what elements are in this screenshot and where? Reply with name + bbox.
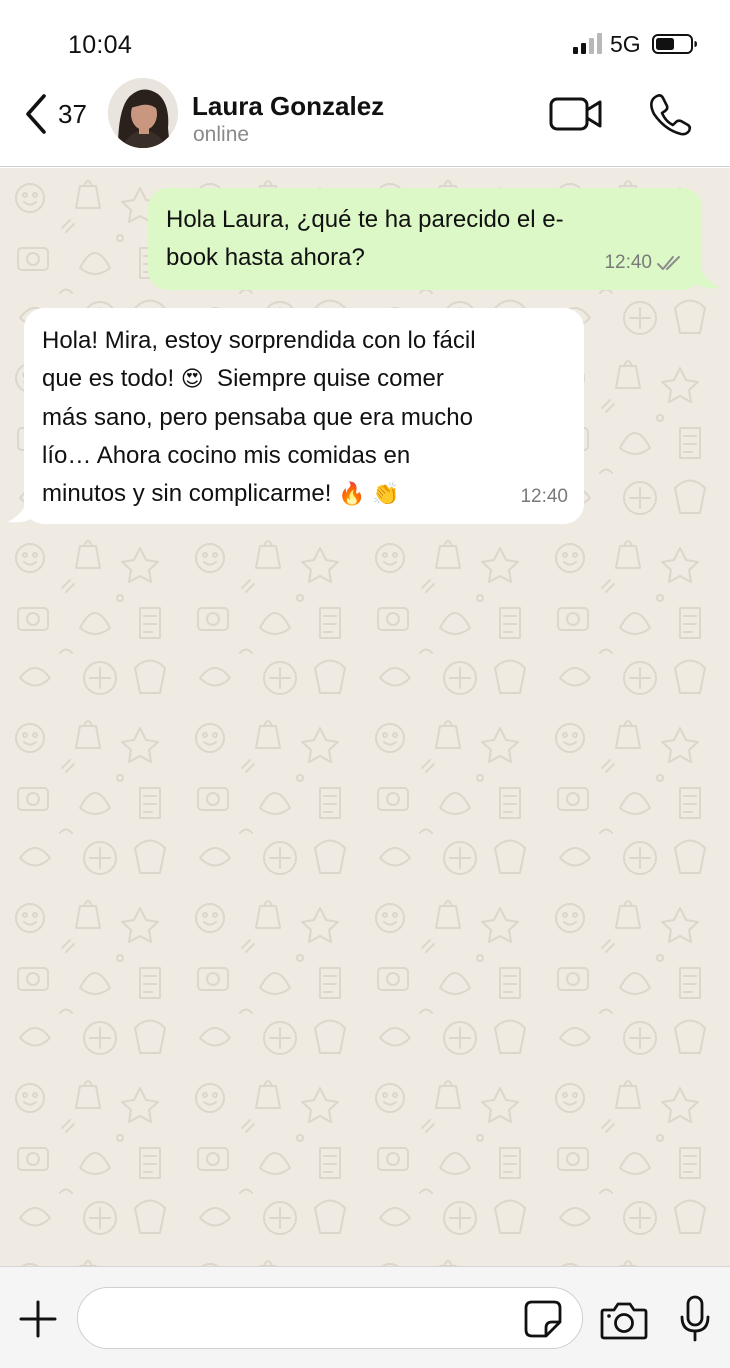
voice-call-button[interactable] xyxy=(648,92,692,136)
contact-status: online xyxy=(193,123,250,146)
fire-emoji: 🔥 xyxy=(338,482,366,507)
microphone-icon xyxy=(680,1295,710,1342)
phone-icon xyxy=(650,94,692,136)
network-type: 5G xyxy=(610,31,641,57)
read-receipt-icon xyxy=(657,256,680,270)
battery-icon xyxy=(652,34,697,54)
status-time: 10:04 xyxy=(68,31,133,59)
chevron-left-icon xyxy=(26,94,46,134)
camera-icon xyxy=(600,1302,648,1340)
message-text: lío… Ahora cocino mis comidas en xyxy=(42,442,411,469)
plus-icon xyxy=(19,1300,57,1338)
message-input[interactable] xyxy=(77,1287,583,1349)
avatar[interactable] xyxy=(108,78,178,148)
message-meta: 12:40 xyxy=(520,478,568,516)
message-text: que es todo! 😍 Siempre quise comer xyxy=(42,365,444,392)
chat-header: 37 Laura Gonzalez online xyxy=(0,78,730,167)
message-meta: 12:40 xyxy=(604,244,686,282)
message-text: Hola! Mira, estoy sorprendida con lo fác… xyxy=(42,327,476,354)
video-call-button[interactable] xyxy=(549,95,603,133)
clapping-hands-emoji: 👏 xyxy=(372,482,400,507)
message-bubble-outgoing[interactable]: Hola Laura, ¿qué te ha parecido el e- bo… xyxy=(148,188,702,290)
message-text: minutos y sin complicarme! 🔥 👏 xyxy=(42,480,400,507)
attach-button[interactable] xyxy=(18,1299,58,1339)
message-time: 12:40 xyxy=(520,486,568,507)
camera-button[interactable] xyxy=(600,1300,648,1340)
unread-count: 37 xyxy=(58,98,87,129)
video-call-icon xyxy=(549,97,602,131)
contact-name[interactable]: Laura Gonzalez xyxy=(192,91,384,122)
composer-bar xyxy=(0,1266,730,1368)
heart-eyes-emoji: 😍 xyxy=(180,367,204,392)
message-bubble-incoming[interactable]: Hola! Mira, estoy sorprendida con lo fác… xyxy=(24,308,584,524)
contact-photo xyxy=(108,78,178,148)
bubble-tail-in xyxy=(8,494,38,523)
status-bar: 10:04 5G xyxy=(0,0,730,78)
back-button[interactable]: 37 xyxy=(22,92,102,136)
chat-area[interactable]: Hola Laura, ¿qué te ha parecido el e- bo… xyxy=(0,168,730,1266)
signal-icon xyxy=(573,33,602,54)
message-text: Hola Laura, ¿qué te ha parecido el e- xyxy=(166,206,564,233)
sticker-icon xyxy=(524,1300,562,1338)
bubble-tail-out xyxy=(690,260,720,289)
message-time: 12:40 xyxy=(604,252,652,273)
microphone-button[interactable] xyxy=(678,1295,712,1343)
message-text: más sano, pero pensaba que era mucho xyxy=(42,404,473,431)
sticker-button[interactable] xyxy=(524,1300,562,1338)
